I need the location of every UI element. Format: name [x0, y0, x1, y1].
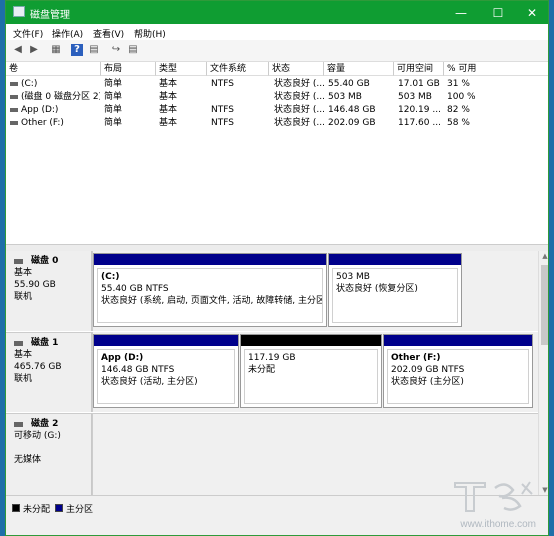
partition-recovery[interactable]: 503 MB 状态良好 (恢复分区) — [328, 253, 462, 327]
volume-list: 卷 布局 类型 文件系统 状态 容量 可用空间 % 可用 (C:) 简单 基本 … — [6, 62, 548, 244]
list-icon[interactable]: ▤ — [127, 44, 139, 56]
drive-icon — [10, 120, 18, 125]
partition-f[interactable]: Other (F:) 202.09 GB NTFS 状态良好 (主分区) — [383, 334, 533, 408]
volume-row[interactable]: (磁盘 0 磁盘分区 2) 简单 基本 状态良好 (... 503 MB 503… — [6, 91, 548, 104]
title-bar[interactable]: 磁盘管理 — ☐ ✕ — [6, 1, 548, 24]
disk-graphical-view: 磁盘 0 基本 55.90 GB 联机 (C:) 55.40 GB NTFS 状… — [6, 251, 538, 495]
connect-icon[interactable]: ↪ — [110, 44, 122, 56]
legend-unallocated: 未分配 — [23, 505, 51, 515]
disk-1-info[interactable]: 磁盘 1 基本 465.76 GB 联机 — [6, 332, 92, 412]
column-header-volume[interactable]: 卷 — [6, 62, 101, 76]
column-header-filesystem[interactable]: 文件系统 — [207, 62, 269, 76]
column-header-layout[interactable]: 布局 — [101, 62, 156, 76]
help-icon[interactable]: ? — [71, 44, 83, 56]
unallocated-swatch — [12, 504, 20, 512]
menu-help[interactable]: 帮助(H) — [134, 27, 166, 40]
menu-bar: 文件(F) 操作(A) 查看(V) 帮助(H) — [6, 24, 548, 40]
primary-partition-bar — [94, 335, 238, 346]
drive-icon — [10, 107, 18, 112]
primary-partition-bar — [384, 335, 532, 346]
drive-icon — [10, 94, 18, 99]
disk-2-info[interactable]: 磁盘 2 可移动 (G:) 无媒体 — [6, 413, 92, 495]
unallocated-space[interactable]: 117.19 GB 未分配 — [240, 334, 382, 408]
scroll-up-arrow-icon[interactable]: ▲ — [539, 251, 548, 261]
scroll-down-arrow-icon[interactable]: ▼ — [539, 485, 548, 495]
back-arrow-icon[interactable]: ◀ — [12, 44, 24, 56]
window-title: 磁盘管理 — [30, 10, 70, 21]
minimize-button[interactable]: — — [444, 1, 478, 24]
column-header-free-space[interactable]: 可用空间 — [394, 62, 444, 76]
vertical-scrollbar[interactable]: ▲ ▼ — [538, 251, 548, 495]
primary-partition-bar — [94, 254, 326, 265]
disk-icon — [14, 421, 23, 427]
disk-management-icon — [13, 6, 25, 17]
disk-icon — [14, 258, 23, 264]
unallocated-bar — [241, 335, 381, 346]
scroll-thumb[interactable] — [541, 265, 548, 345]
disk-management-window: 磁盘管理 — ☐ ✕ 文件(F) 操作(A) 查看(V) 帮助(H) ◀ ▶ ▦… — [5, 0, 549, 536]
partition-d[interactable]: App (D:) 146.48 GB NTFS 状态良好 (活动, 主分区) — [93, 334, 239, 408]
primary-partition-swatch — [55, 504, 63, 512]
drive-icon — [10, 81, 18, 86]
disk-0-info[interactable]: 磁盘 0 基本 55.90 GB 联机 — [6, 251, 92, 331]
ithome-logo — [454, 481, 533, 512]
volume-row[interactable]: (C:) 简单 基本 NTFS 状态良好 (... 55.40 GB 17.01… — [6, 78, 548, 91]
volume-row[interactable]: Other (F:) 简单 基本 NTFS 状态良好 (... 202.09 G… — [6, 117, 548, 130]
column-header-type[interactable]: 类型 — [156, 62, 207, 76]
menu-action[interactable]: 操作(A) — [52, 27, 83, 40]
maximize-button[interactable]: ☐ — [481, 1, 515, 24]
menu-file[interactable]: 文件(F) — [13, 27, 43, 40]
watermark-url: www.ithome.com — [460, 519, 536, 530]
column-header-percent-free[interactable]: % 可用 — [444, 62, 548, 76]
properties-icon[interactable]: ▤ — [88, 44, 100, 56]
menu-view[interactable]: 查看(V) — [93, 27, 124, 40]
close-button[interactable]: ✕ — [515, 1, 548, 24]
partition-c[interactable]: (C:) 55.40 GB NTFS 状态良好 (系统, 启动, 页面文件, 活… — [93, 253, 327, 327]
volume-row[interactable]: App (D:) 简单 基本 NTFS 状态良好 (... 146.48 GB … — [6, 104, 548, 117]
legend-primary-partition: 主分区 — [66, 505, 94, 515]
column-header-capacity[interactable]: 容量 — [324, 62, 394, 76]
grid-view-icon[interactable]: ▦ — [50, 44, 62, 56]
column-header-status[interactable]: 状态 — [269, 62, 324, 76]
disk-icon — [14, 340, 23, 346]
forward-arrow-icon[interactable]: ▶ — [28, 44, 40, 56]
primary-partition-bar — [329, 254, 461, 265]
toolbar: ◀ ▶ ▦ ? ▤ ↪ ▤ — [6, 40, 548, 62]
